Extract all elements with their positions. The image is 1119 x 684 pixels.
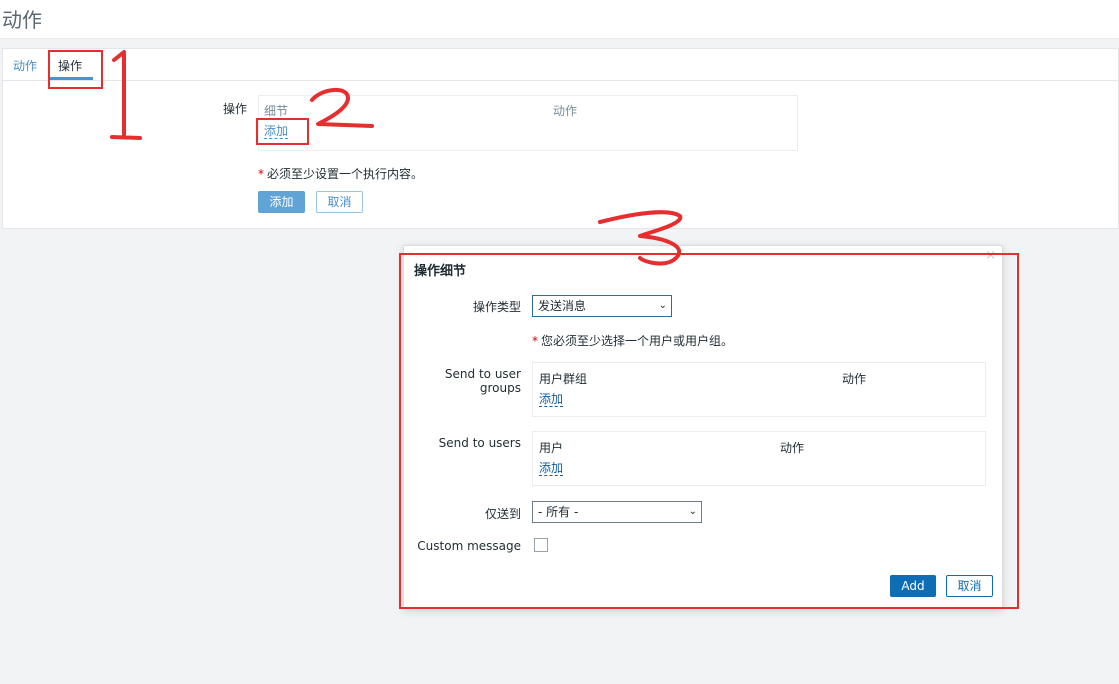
users-col-action: 动作 xyxy=(780,441,805,455)
add-user-link[interactable]: 添加 xyxy=(539,461,564,476)
send-only-to-value: - 所有 - xyxy=(538,505,579,519)
users-table: 用户 动作 添加 xyxy=(532,431,986,486)
operation-type-select[interactable]: 发送消息 ⌄ xyxy=(532,295,672,317)
send-only-to-select[interactable]: - 所有 - ⌄ xyxy=(532,501,702,523)
dialog-add-button[interactable]: Add xyxy=(890,575,936,597)
operations-col-action: 动作 xyxy=(553,104,578,118)
close-icon[interactable]: × xyxy=(985,248,996,263)
chevron-down-icon: ⌄ xyxy=(658,300,667,311)
page-title: 动作 xyxy=(2,8,42,32)
operation-details-dialog: 操作细节 × 操作类型 发送消息 ⌄ * 您必须至少选择一个用户或用户组。 Sen… xyxy=(403,245,1003,609)
operation-type-label: 操作类型 xyxy=(472,300,521,314)
tab-action[interactable]: 动作 xyxy=(13,57,37,74)
add-operation-link[interactable]: 添加 xyxy=(264,124,289,139)
user-groups-col-group: 用户群组 xyxy=(539,372,588,386)
action-form-card: 动作 操作 操作 细节 动作 添加 * 必须至少设置一个执行内容。 添加 取消 xyxy=(2,48,1119,229)
tab-operations[interactable]: 操作 xyxy=(58,57,82,74)
custom-message-label: Custom message xyxy=(417,539,521,553)
operations-col-details: 细节 xyxy=(264,104,289,118)
active-tab-indicator xyxy=(49,77,93,80)
users-label: Send to users xyxy=(438,436,521,450)
operation-type-value: 发送消息 xyxy=(538,299,587,313)
custom-message-checkbox[interactable] xyxy=(534,538,548,552)
add-user-group-link[interactable]: 添加 xyxy=(539,392,564,407)
operations-table: 细节 动作 添加 xyxy=(258,95,798,151)
user-groups-table: 用户群组 动作 添加 xyxy=(532,362,986,417)
cancel-button[interactable]: 取消 xyxy=(316,191,363,213)
add-button[interactable]: 添加 xyxy=(258,191,305,213)
dialog-title: 操作细节 xyxy=(414,264,467,279)
page-header: 动作 xyxy=(0,0,1119,39)
users-col-user: 用户 xyxy=(539,441,564,455)
operations-label: 操作 xyxy=(223,102,248,116)
user-groups-col-action: 动作 xyxy=(842,372,867,386)
send-only-to-label: 仅送到 xyxy=(484,507,521,521)
dialog-cancel-button[interactable]: 取消 xyxy=(946,575,993,597)
dialog-required-note: * 您必须至少选择一个用户或用户组。 xyxy=(532,334,734,348)
chevron-down-icon: ⌄ xyxy=(688,506,697,517)
tab-bar: 动作 操作 xyxy=(3,49,1118,81)
operations-required-note: * 必须至少设置一个执行内容。 xyxy=(258,167,424,181)
user-groups-label: Send to user groups xyxy=(444,367,521,395)
